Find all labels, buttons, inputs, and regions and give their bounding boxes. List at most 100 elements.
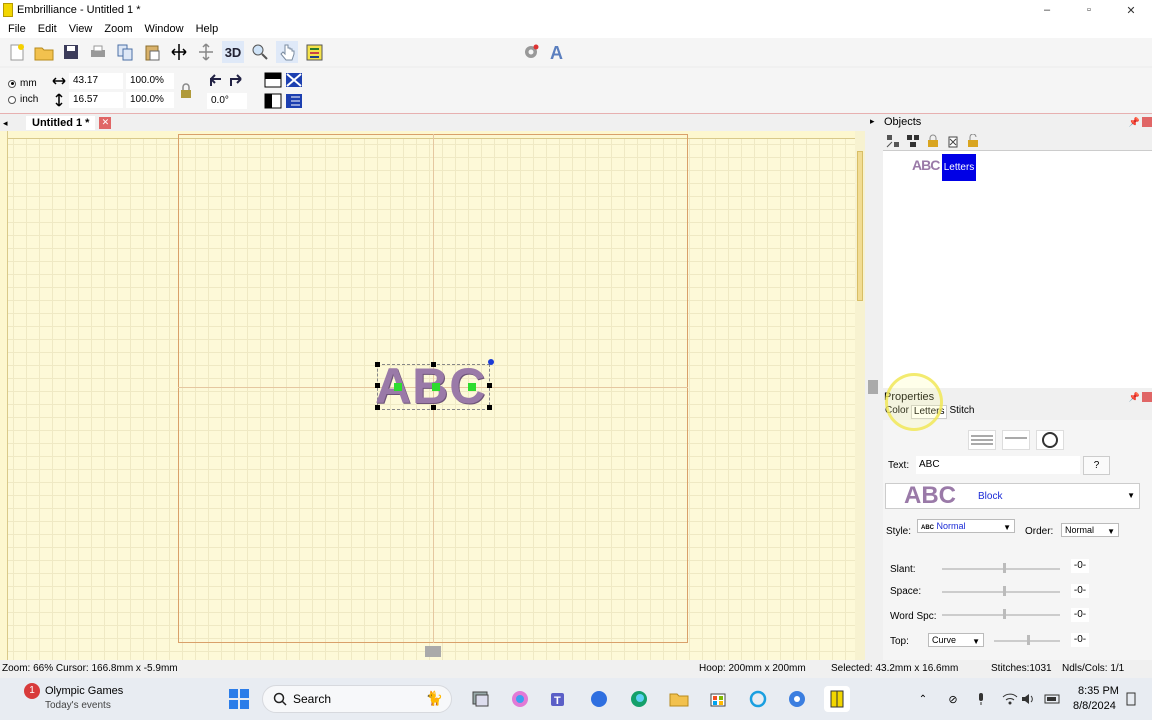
open-button[interactable] [33, 41, 55, 63]
delete-object-button[interactable] [945, 133, 961, 148]
font-selector[interactable]: ABC Block ▼ [885, 482, 1140, 509]
lock-button[interactable] [925, 133, 941, 148]
app-button-blue[interactable] [586, 686, 612, 712]
resize-handle-bl[interactable] [375, 405, 380, 410]
resize-handle-br[interactable] [487, 405, 492, 410]
menu-edit[interactable]: Edit [32, 23, 63, 35]
align-top-button[interactable] [264, 72, 282, 88]
color-sequence-button[interactable] [303, 41, 325, 63]
tab-close-icon[interactable]: ✕ [99, 117, 112, 129]
collapse-arrow-icon[interactable]: ▸ [870, 116, 875, 127]
design-canvas[interactable]: ABC [0, 131, 865, 660]
space-slider-thumb[interactable] [1003, 586, 1006, 596]
ungroup-button[interactable] [905, 133, 921, 148]
tray-microphone-icon[interactable] [968, 686, 994, 712]
news-badge[interactable]: 1 [24, 683, 40, 699]
tray-volume-icon[interactable] [1016, 686, 1042, 712]
properties-close-icon[interactable] [1142, 392, 1152, 402]
height-percent-input[interactable]: 100.0% [126, 92, 174, 108]
rotate-buttons[interactable] [207, 72, 245, 90]
properties-list-button[interactable] [285, 93, 303, 109]
embrilliance-taskbar-button[interactable] [824, 686, 850, 712]
file-explorer-button[interactable] [666, 686, 692, 712]
order-select[interactable]: Normal ▼ [1061, 523, 1119, 537]
new-file-button[interactable] [6, 41, 28, 63]
resize-handle-tl[interactable] [375, 362, 380, 367]
menu-window[interactable]: Window [138, 23, 189, 35]
taskbar-time[interactable]: 8:35 PM [1078, 685, 1119, 697]
store-button[interactable] [705, 686, 731, 712]
top-value[interactable]: -0- [1071, 633, 1089, 647]
chevron-down-icon[interactable]: ▼ [1127, 491, 1135, 500]
app-button-gear[interactable] [784, 686, 810, 712]
unit-mm-radio[interactable]: mm [8, 78, 37, 89]
menu-view[interactable]: View [63, 23, 99, 35]
flip-vertical-button[interactable] [195, 41, 217, 63]
copilot-button[interactable] [507, 686, 533, 712]
cortana-button[interactable] [745, 686, 771, 712]
object-thumbnail[interactable]: ABC [912, 157, 940, 173]
space-value[interactable]: -0- [1071, 584, 1089, 598]
flip-horizontal-button[interactable] [168, 41, 190, 63]
slant-value[interactable]: -0- [1071, 559, 1089, 573]
tray-battery-icon[interactable] [1040, 686, 1066, 712]
lettering-object[interactable]: ABC [375, 358, 494, 414]
letter-handle-a[interactable] [394, 383, 402, 391]
objects-close-icon[interactable] [1142, 117, 1152, 127]
pin-icon[interactable]: 📌 [1129, 115, 1140, 129]
center-button[interactable] [285, 72, 303, 88]
start-button[interactable] [226, 686, 252, 712]
copy-button[interactable] [114, 41, 136, 63]
slant-slider-thumb[interactable] [1003, 563, 1006, 573]
space-slider[interactable] [942, 591, 1060, 593]
pin-icon[interactable]: 📌 [1129, 390, 1140, 404]
paste-button[interactable] [141, 41, 163, 63]
tab-scroll-left-icon[interactable]: ◂ [3, 118, 8, 129]
straight-line-button[interactable] [1002, 430, 1030, 450]
menu-file[interactable]: File [2, 23, 32, 35]
letter-handle-c[interactable] [468, 383, 476, 391]
tray-network-off-icon[interactable]: ⊘ [940, 686, 966, 712]
horizontal-scroll-thumb[interactable] [425, 646, 441, 657]
multiline-button[interactable] [968, 430, 996, 450]
unit-inch-radio[interactable]: inch [8, 94, 38, 105]
tray-chevron-up-icon[interactable]: ⌃ [910, 686, 936, 712]
slant-slider[interactable] [942, 568, 1060, 570]
minimize-button[interactable]: – [1026, 0, 1068, 20]
3d-view-button[interactable]: 3D [222, 41, 244, 63]
top-slider-thumb[interactable] [1027, 635, 1030, 645]
unlock-button[interactable] [965, 133, 981, 148]
task-view-button[interactable] [468, 686, 494, 712]
menu-help[interactable]: Help [190, 23, 225, 35]
splitter-thumb[interactable] [868, 380, 878, 394]
word-spacing-slider-thumb[interactable] [1003, 609, 1006, 619]
height-input[interactable]: 16.57 [69, 92, 123, 108]
width-percent-input[interactable]: 100.0% [126, 73, 174, 89]
taskbar-search[interactable]: Search 🐈 [262, 685, 452, 713]
teams-button[interactable]: T [546, 686, 572, 712]
print-button[interactable] [87, 41, 109, 63]
tab-stitch[interactable]: Stitch [947, 405, 976, 419]
letter-handle-b[interactable] [432, 383, 440, 391]
rotate-handle[interactable] [488, 359, 494, 365]
lock-aspect-button[interactable] [179, 82, 193, 100]
width-input[interactable]: 43.17 [69, 73, 123, 89]
close-button[interactable]: ✕ [1110, 0, 1152, 20]
resize-handle-bc[interactable] [431, 405, 436, 410]
word-spacing-slider[interactable] [942, 614, 1060, 616]
zoom-button[interactable] [249, 41, 271, 63]
text-input[interactable]: ABC [916, 456, 1080, 474]
style-select[interactable]: ABC Normal ▼ [917, 519, 1015, 533]
circle-baseline-button[interactable] [1036, 430, 1064, 450]
taskbar-date[interactable]: 8/8/2024 [1073, 700, 1116, 712]
news-widget-title[interactable]: Olympic Games [45, 685, 123, 697]
align-left-button[interactable] [264, 93, 282, 109]
rotation-input[interactable]: 0.0° [207, 93, 247, 109]
object-item-letters[interactable]: Letters [942, 154, 976, 181]
save-button[interactable] [60, 41, 82, 63]
resize-handle-mr[interactable] [487, 383, 492, 388]
word-spacing-value[interactable]: -0- [1071, 608, 1089, 622]
vertical-scroll-thumb[interactable] [857, 151, 863, 301]
select-tool-button[interactable] [276, 41, 298, 63]
notification-icon[interactable] [1124, 686, 1138, 712]
